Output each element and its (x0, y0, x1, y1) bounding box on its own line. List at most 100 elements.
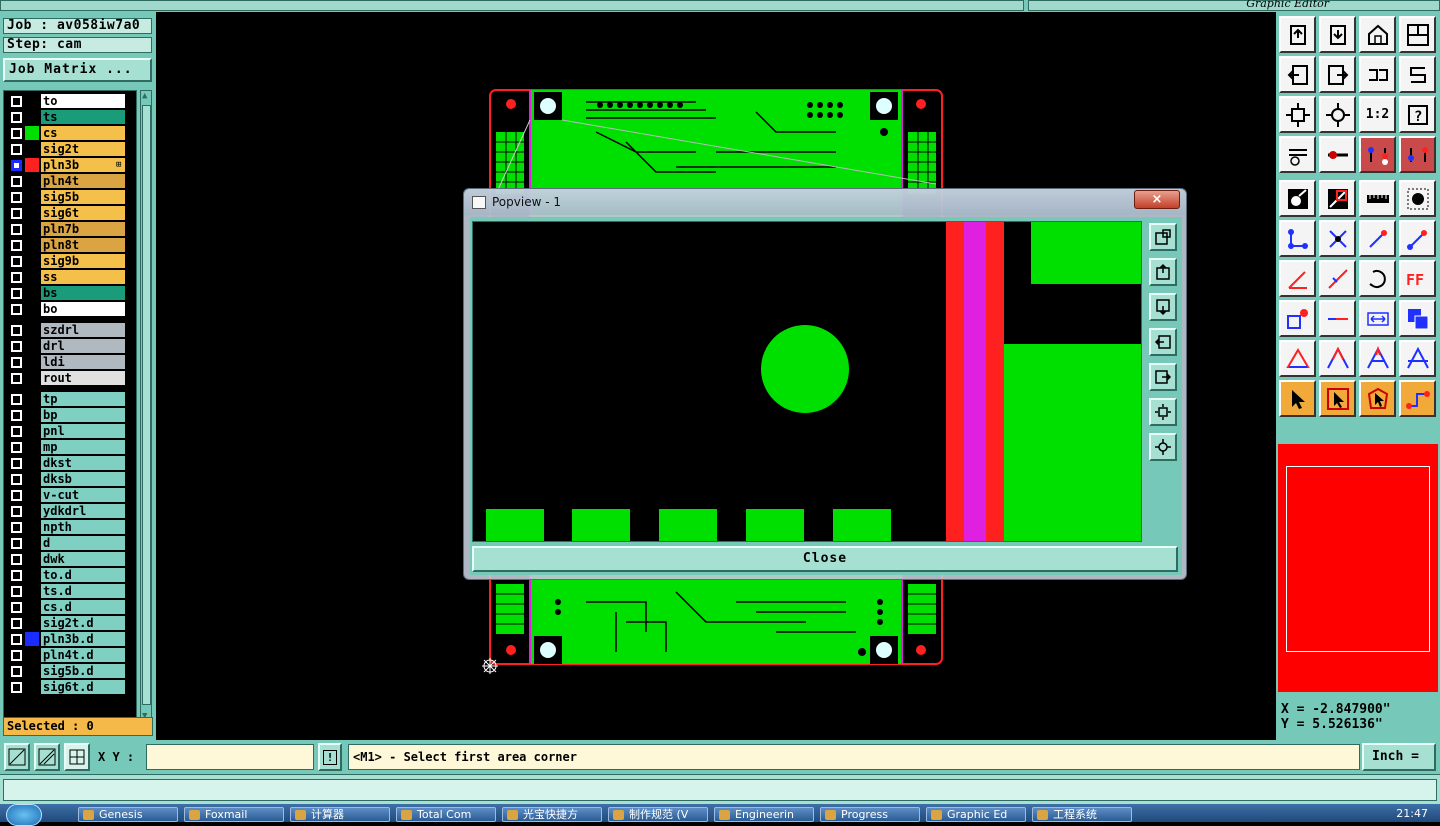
layer-checkbox[interactable] (11, 474, 22, 485)
snap-center-icon[interactable] (64, 743, 90, 771)
layer-checkbox[interactable] (11, 602, 22, 613)
fillet-icon[interactable] (1359, 340, 1396, 377)
layer-row[interactable]: ts.d (4, 583, 136, 599)
layer-checkbox[interactable] (11, 650, 22, 661)
home-icon[interactable] (1359, 16, 1396, 53)
layer-checkbox[interactable] (11, 666, 22, 677)
layer-color-swatch[interactable] (25, 270, 39, 284)
layer-name[interactable]: dwk (41, 552, 125, 566)
arc-icon[interactable] (1359, 260, 1396, 297)
layer-checkbox[interactable] (11, 442, 22, 453)
zoom-fit-icon[interactable] (1279, 96, 1316, 133)
layer-checkbox[interactable] (11, 304, 22, 315)
horizontal-line-icon[interactable] (1319, 300, 1356, 337)
layer-row[interactable]: pln7b (4, 221, 136, 237)
layer-checkbox[interactable] (11, 176, 22, 187)
layer-row[interactable]: ss (4, 269, 136, 285)
layer-checkbox[interactable] (11, 128, 22, 139)
layer-color-swatch[interactable] (25, 536, 39, 550)
layer-color-swatch[interactable] (25, 504, 39, 518)
layer-color-swatch[interactable] (25, 392, 39, 406)
delete-vertex-icon[interactable] (1319, 220, 1356, 257)
layer-color-swatch[interactable] (25, 520, 39, 534)
save-icon[interactable] (1319, 16, 1356, 53)
layer-color-swatch[interactable] (25, 355, 39, 369)
zoom-1to2-icon[interactable]: 1:2 (1359, 96, 1396, 133)
net-connect-icon[interactable] (1399, 136, 1436, 173)
layer-row[interactable]: sig2t.d (4, 615, 136, 631)
extend-icon[interactable] (1399, 340, 1436, 377)
layer-color-swatch[interactable] (25, 616, 39, 630)
taskbar-item[interactable]: 光宝快捷方 (502, 807, 602, 822)
layer-name[interactable]: tp (41, 392, 125, 406)
layer-checkbox[interactable] (11, 522, 22, 533)
layer-name[interactable]: ldi (41, 355, 125, 369)
taskbar-item[interactable]: 计算器 (290, 807, 390, 822)
layer-name[interactable]: dksb (41, 472, 125, 486)
layer-name[interactable]: pln7b (41, 222, 125, 236)
layer-color-swatch[interactable] (25, 408, 39, 422)
layer-color-swatch[interactable] (25, 440, 39, 454)
popview-zoom-fit-icon[interactable] (1149, 398, 1177, 426)
layer-name[interactable]: pln8t (41, 238, 125, 252)
layer-color-swatch[interactable] (25, 632, 39, 646)
layer-name[interactable]: sig5b (41, 190, 125, 204)
scrollbar-thumb[interactable] (142, 105, 151, 705)
layer-checkbox[interactable] (11, 426, 22, 437)
layer-row[interactable]: cs (4, 125, 136, 141)
popview-zoom-in-icon[interactable] (1149, 223, 1177, 251)
layer-name[interactable]: szdrl (41, 323, 125, 337)
layer-color-swatch[interactable] (25, 472, 39, 486)
layer-color-swatch[interactable] (25, 222, 39, 236)
triangle-icon[interactable] (1279, 340, 1316, 377)
layer-row[interactable]: sig2t (4, 141, 136, 157)
layer-row[interactable]: pln4t.d (4, 647, 136, 663)
layer-name[interactable]: ydkdrl (41, 504, 125, 518)
xy-input[interactable] (146, 744, 314, 770)
layer-checkbox[interactable] (11, 208, 22, 219)
layer-name[interactable]: mp (41, 440, 125, 454)
popview-canvas[interactable] (472, 221, 1142, 542)
layer-name[interactable]: sig5b.d (41, 664, 125, 678)
popview-close-button[interactable]: Close (472, 546, 1178, 572)
layer-color-swatch[interactable] (25, 371, 39, 385)
layer-name[interactable]: ts.d (41, 584, 125, 598)
zoom-center-icon[interactable] (1319, 96, 1356, 133)
layer-color-swatch[interactable] (25, 424, 39, 438)
layer-checkbox[interactable] (11, 240, 22, 251)
split-segment-icon[interactable] (1359, 220, 1396, 257)
layer-row[interactable]: sig5b.d (4, 663, 136, 679)
layer-row[interactable]: pln4t (4, 173, 136, 189)
taskbar-item[interactable]: Engineerin (714, 807, 814, 822)
add-circle-icon[interactable] (1399, 180, 1436, 217)
layer-row[interactable]: ydkdrl (4, 503, 136, 519)
layer-checkbox[interactable] (11, 618, 22, 629)
start-button-icon[interactable] (6, 804, 42, 826)
layer-color-swatch[interactable] (25, 664, 39, 678)
layer-checkbox[interactable] (11, 192, 22, 203)
layer-checkbox[interactable] (11, 394, 22, 405)
net-highlight-icon[interactable] (1359, 136, 1396, 173)
layer-name[interactable]: pln4t.d (41, 648, 125, 662)
layer-checkbox[interactable] (11, 506, 22, 517)
layer-row[interactable]: pln3b ⊞ (4, 157, 136, 173)
layer-checkbox[interactable] (11, 458, 22, 469)
layer-name[interactable]: bo (41, 302, 125, 316)
layer-row[interactable]: dksb (4, 471, 136, 487)
pan-left-icon[interactable] (1279, 56, 1316, 93)
layer-checkbox[interactable] (11, 272, 22, 283)
layer-checkbox[interactable] (11, 357, 22, 368)
select-box-icon[interactable] (1319, 380, 1356, 417)
layer-checkbox[interactable] (11, 341, 22, 352)
layer-row[interactable]: pnl (4, 423, 136, 439)
add-pad-icon[interactable] (1279, 180, 1316, 217)
overview-viewport[interactable] (1286, 466, 1430, 652)
layer-name[interactable]: pln3b (41, 158, 125, 172)
measure-icon[interactable] (1319, 136, 1356, 173)
layer-name[interactable]: sig2t.d (41, 616, 125, 630)
layer-name[interactable]: to (41, 94, 125, 108)
layer-name[interactable]: sig6t.d (41, 680, 125, 694)
help-icon[interactable]: ? (1399, 96, 1436, 133)
layer-color-swatch[interactable] (25, 206, 39, 220)
layer-name[interactable]: ss (41, 270, 125, 284)
